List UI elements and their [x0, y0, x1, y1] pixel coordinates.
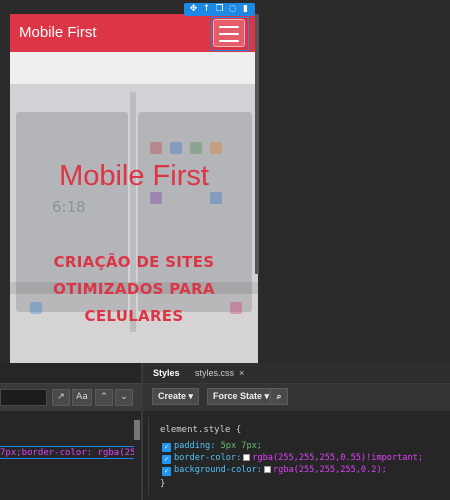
- editor-root: { "page": { "brand": "Mobile First", "he…: [0, 0, 450, 500]
- styles-tab-bar: Styles styles.css ×: [143, 363, 450, 383]
- hero-subtitle-line: CRIAÇÃO DE SITES: [53, 253, 215, 271]
- close-icon[interactable]: ×: [239, 363, 244, 383]
- app-icon: [150, 142, 162, 154]
- hero-subtitle[interactable]: CRIAÇÃO DE SITES OTIMIZADOS PARA CELULAR…: [28, 249, 240, 330]
- force-state-button[interactable]: Force State ▾: [207, 388, 276, 405]
- preview-scrollbar[interactable]: [255, 14, 259, 274]
- navbar-toggler-button[interactable]: [211, 17, 249, 51]
- color-swatch[interactable]: [263, 466, 271, 473]
- tab-styles[interactable]: Styles: [153, 363, 180, 383]
- hero-title[interactable]: Mobile First: [10, 160, 258, 193]
- hide-icon[interactable]: ◌: [228, 3, 238, 16]
- search-icon[interactable]: ⌕: [270, 388, 288, 405]
- color-swatch[interactable]: [243, 454, 251, 461]
- arrow-up-icon[interactable]: ↑: [202, 3, 212, 16]
- declaration-checkbox[interactable]: ✓: [162, 443, 171, 452]
- navbar: Mobile First: [10, 14, 258, 52]
- selected-code-line[interactable]: 7px;border-color: rgba(255,255,255,0.55)…: [0, 446, 134, 459]
- next-match-button[interactable]: ⌄: [115, 389, 133, 406]
- app-icon: [170, 142, 182, 154]
- search-input[interactable]: [0, 389, 47, 406]
- search-options-button[interactable]: ↗: [52, 389, 70, 406]
- declaration-row[interactable]: ✓ background-color: rgba(255,255,255,0.2);: [162, 464, 387, 476]
- copy-icon[interactable]: ❐: [215, 3, 225, 16]
- move-icon[interactable]: ✥: [189, 3, 199, 16]
- app-icon: [190, 142, 202, 154]
- rule-selector[interactable]: element.style {: [160, 425, 241, 435]
- declaration-checkbox[interactable]: ✓: [162, 455, 171, 464]
- canvas-background: [262, 0, 450, 362]
- hero-subtitle-line: OTIMIZADOS PARA: [53, 280, 215, 298]
- tab-styles-css-label: styles.css: [195, 368, 235, 378]
- hero-subtitle-line: CELULARES: [84, 307, 184, 325]
- previous-match-button[interactable]: ⌃: [95, 389, 113, 406]
- navbar-brand[interactable]: Mobile First: [19, 24, 97, 41]
- declaration-row[interactable]: ✓ padding: 5px 7px;: [162, 440, 262, 452]
- tab-styles-css[interactable]: styles.css: [195, 363, 234, 383]
- phone-clock: 6:18: [52, 198, 86, 216]
- app-icon: [210, 192, 222, 204]
- declaration-row[interactable]: ✓ border-color: rgba(255,255,255,0.55)!imp…: [162, 452, 423, 464]
- selection-outline: [211, 17, 249, 51]
- hero-section: 6:18 Mobile First CRIAÇÃO DE SITES OTIMI…: [10, 52, 258, 363]
- declaration-checkbox[interactable]: ✓: [162, 467, 171, 476]
- code-scrollbar[interactable]: [134, 420, 140, 440]
- app-icon: [210, 142, 222, 154]
- element-toolbar: ✥ ↑ ❐ ◌ ▮: [184, 3, 255, 16]
- device-preview[interactable]: Mobile First 6:18 Mobile First CRIAÇÃO D…: [10, 14, 258, 363]
- rule-close-brace: }: [160, 479, 166, 489]
- create-rule-button[interactable]: Create ▾: [152, 388, 200, 405]
- match-case-button[interactable]: Aa: [72, 389, 92, 406]
- app-icon: [150, 192, 162, 204]
- delete-icon[interactable]: ▮: [241, 3, 251, 16]
